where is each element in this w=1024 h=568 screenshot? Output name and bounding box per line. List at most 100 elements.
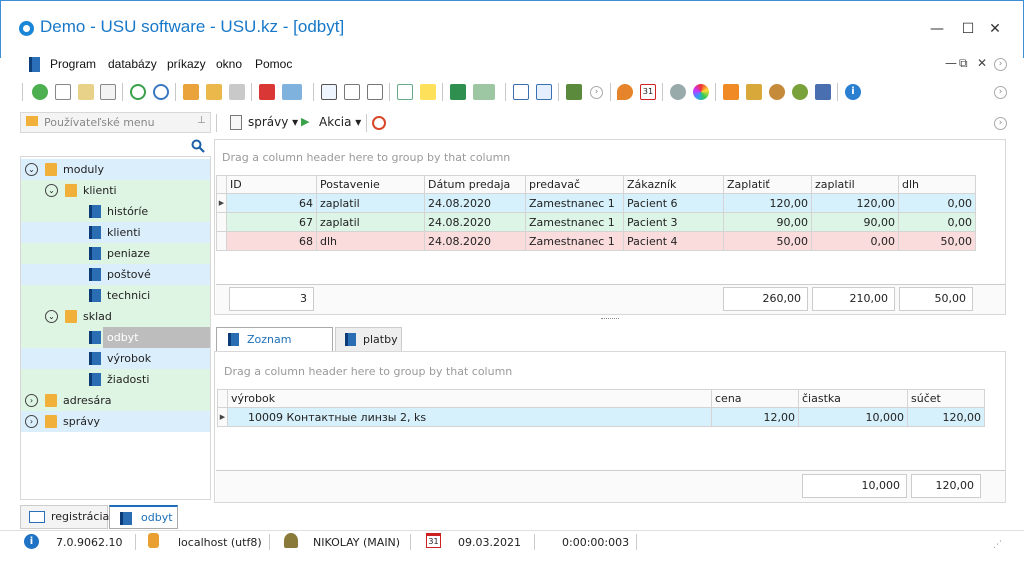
export-excel-icon[interactable]	[450, 84, 466, 100]
col-paid[interactable]: zaplatil	[811, 175, 899, 194]
cell-status[interactable]: dlh	[316, 231, 425, 251]
expand-toggle-icon[interactable]: ›	[25, 415, 38, 428]
col-amount[interactable]: čiastka	[798, 389, 908, 408]
menu-help[interactable]: Pomoc	[255, 57, 292, 71]
collapse-all-icon[interactable]	[367, 84, 383, 100]
expand-toggle-icon[interactable]: ›	[25, 394, 38, 407]
maximize-button[interactable]: ☐	[958, 19, 978, 39]
col-id[interactable]: ID	[226, 175, 317, 194]
mdi-restore-button[interactable]: ⧉	[959, 56, 968, 71]
cell-to-pay[interactable]: 120,00	[723, 193, 812, 213]
filter-settings-icon[interactable]	[229, 84, 245, 100]
tree-item[interactable]: poštové	[21, 264, 210, 285]
delete-icon[interactable]	[100, 84, 116, 100]
table-row[interactable]: 67 zaplatil 24.08.2020 Zamestnanec 1 Pac…	[216, 212, 976, 232]
cell-sale-date[interactable]: 24.08.2020	[424, 193, 526, 213]
col-debt[interactable]: dlh	[898, 175, 976, 194]
cell-seller[interactable]: Zamestnanec 1	[525, 193, 624, 213]
minimize-button[interactable]: —	[927, 19, 947, 39]
pin-icon[interactable]	[815, 84, 831, 100]
menu-window[interactable]: okno	[216, 57, 242, 71]
cell-paid[interactable]: 120,00	[811, 193, 899, 213]
toolbar-expand-icon[interactable]: ›	[994, 86, 1007, 99]
edit-icon[interactable]	[78, 84, 94, 100]
tree-item[interactable]: výrobok	[21, 348, 210, 369]
info-icon[interactable]: i	[845, 84, 861, 100]
refresh-icon[interactable]	[130, 84, 146, 100]
more-icon[interactable]: ›	[590, 86, 603, 99]
rss-icon[interactable]	[723, 84, 739, 100]
cell-sale-date[interactable]: 24.08.2020	[424, 212, 526, 232]
cell-product[interactable]: 10009 Контактные линзы 2, ks	[227, 407, 712, 427]
settings-icon[interactable]	[670, 84, 686, 100]
menu-commands[interactable]: príkazy	[167, 57, 206, 71]
cell-price[interactable]: 12,00	[711, 407, 799, 427]
table-row[interactable]: ▶ 64 zaplatil 24.08.2020 Zamestnanec 1 P…	[216, 193, 976, 213]
tab-registracia[interactable]: registrácia	[20, 505, 109, 529]
tab-sales-list[interactable]: Zoznam predaja	[216, 327, 333, 370]
expand-toggle-icon[interactable]: ⌄	[45, 184, 58, 197]
cell-debt[interactable]: 0,00	[898, 193, 976, 213]
lock-icon[interactable]	[746, 84, 762, 100]
cell-sum[interactable]: 120,00	[907, 407, 985, 427]
filter-icon[interactable]	[183, 84, 199, 100]
cell-seller[interactable]: Zamestnanec 1	[525, 212, 624, 232]
col-price[interactable]: cena	[711, 389, 799, 408]
tree-item[interactable]: peniaze	[21, 243, 210, 264]
table-row[interactable]: ▶ 10009 Контактные линзы 2, ks 12,00 10,…	[217, 407, 985, 427]
exit-icon[interactable]	[566, 84, 582, 100]
close-window-icon[interactable]	[536, 84, 552, 100]
tree-item[interactable]: ⌄ sklad	[21, 306, 210, 327]
cell-paid[interactable]: 90,00	[811, 212, 899, 232]
add-column-icon[interactable]	[397, 84, 413, 100]
col-product[interactable]: výrobok	[227, 389, 712, 408]
col-sum[interactable]: súčet	[907, 389, 985, 408]
cell-id[interactable]: 67	[226, 212, 317, 232]
tree-item[interactable]: klienti	[21, 222, 210, 243]
export-menu-icon[interactable]	[473, 84, 495, 100]
image-icon[interactable]	[282, 84, 302, 100]
cell-customer[interactable]: Pacient 6	[623, 193, 724, 213]
tree-item[interactable]: odbyt	[21, 327, 210, 348]
location-icon[interactable]	[617, 84, 633, 100]
note-icon[interactable]	[420, 84, 436, 100]
cell-customer[interactable]: Pacient 3	[623, 212, 724, 232]
cell-to-pay[interactable]: 90,00	[723, 212, 812, 232]
cell-to-pay[interactable]: 50,00	[723, 231, 812, 251]
tree-item[interactable]: › správy	[21, 411, 210, 432]
tree-item[interactable]: žiadosti	[21, 369, 210, 390]
tree-item[interactable]: › adresára	[21, 390, 210, 411]
resize-grip-icon[interactable]: ⋰	[993, 540, 1002, 550]
tree-item[interactable]: ⌄ moduly	[21, 159, 210, 180]
col-seller[interactable]: predavač	[525, 175, 624, 194]
col-sale-date[interactable]: Dátum predaja	[424, 175, 526, 194]
user-key-icon[interactable]	[769, 84, 785, 100]
tab-odbyt[interactable]: odbyt	[109, 505, 178, 529]
columns-icon[interactable]	[321, 84, 337, 100]
mdi-minimize-button[interactable]: —	[945, 56, 957, 70]
splitter-handle[interactable]	[601, 318, 619, 320]
cell-id[interactable]: 64	[226, 193, 317, 213]
cell-sale-date[interactable]: 24.08.2020	[424, 231, 526, 251]
pin-panel-icon[interactable]: ⊥	[197, 115, 206, 126]
expand-all-icon[interactable]	[344, 84, 360, 100]
search-icon[interactable]	[153, 84, 169, 100]
tab-payments[interactable]: platby	[335, 327, 402, 352]
flag-icon[interactable]	[259, 84, 275, 100]
cell-status[interactable]: zaplatil	[316, 193, 425, 213]
filter-clear-icon[interactable]	[206, 84, 222, 100]
action-dropdown[interactable]: Akcia ▾	[319, 115, 361, 129]
cell-id[interactable]: 68	[226, 231, 317, 251]
cell-status[interactable]: zaplatil	[316, 212, 425, 232]
tree-item[interactable]: technici	[21, 285, 210, 306]
right-toolbar-expand-icon[interactable]: ›	[994, 117, 1007, 130]
cell-debt[interactable]: 0,00	[898, 212, 976, 232]
stop-icon[interactable]	[372, 116, 386, 130]
tree-item[interactable]: históríe	[21, 201, 210, 222]
table-row[interactable]: 68 dlh 24.08.2020 Zamestnanec 1 Pacient …	[216, 231, 976, 251]
cell-seller[interactable]: Zamestnanec 1	[525, 231, 624, 251]
reports-dropdown[interactable]: správy ▾	[248, 115, 298, 129]
search-icon[interactable]	[191, 139, 205, 153]
menu-program[interactable]: Program	[50, 57, 96, 71]
collapse-menu-icon[interactable]: ›	[994, 58, 1007, 71]
